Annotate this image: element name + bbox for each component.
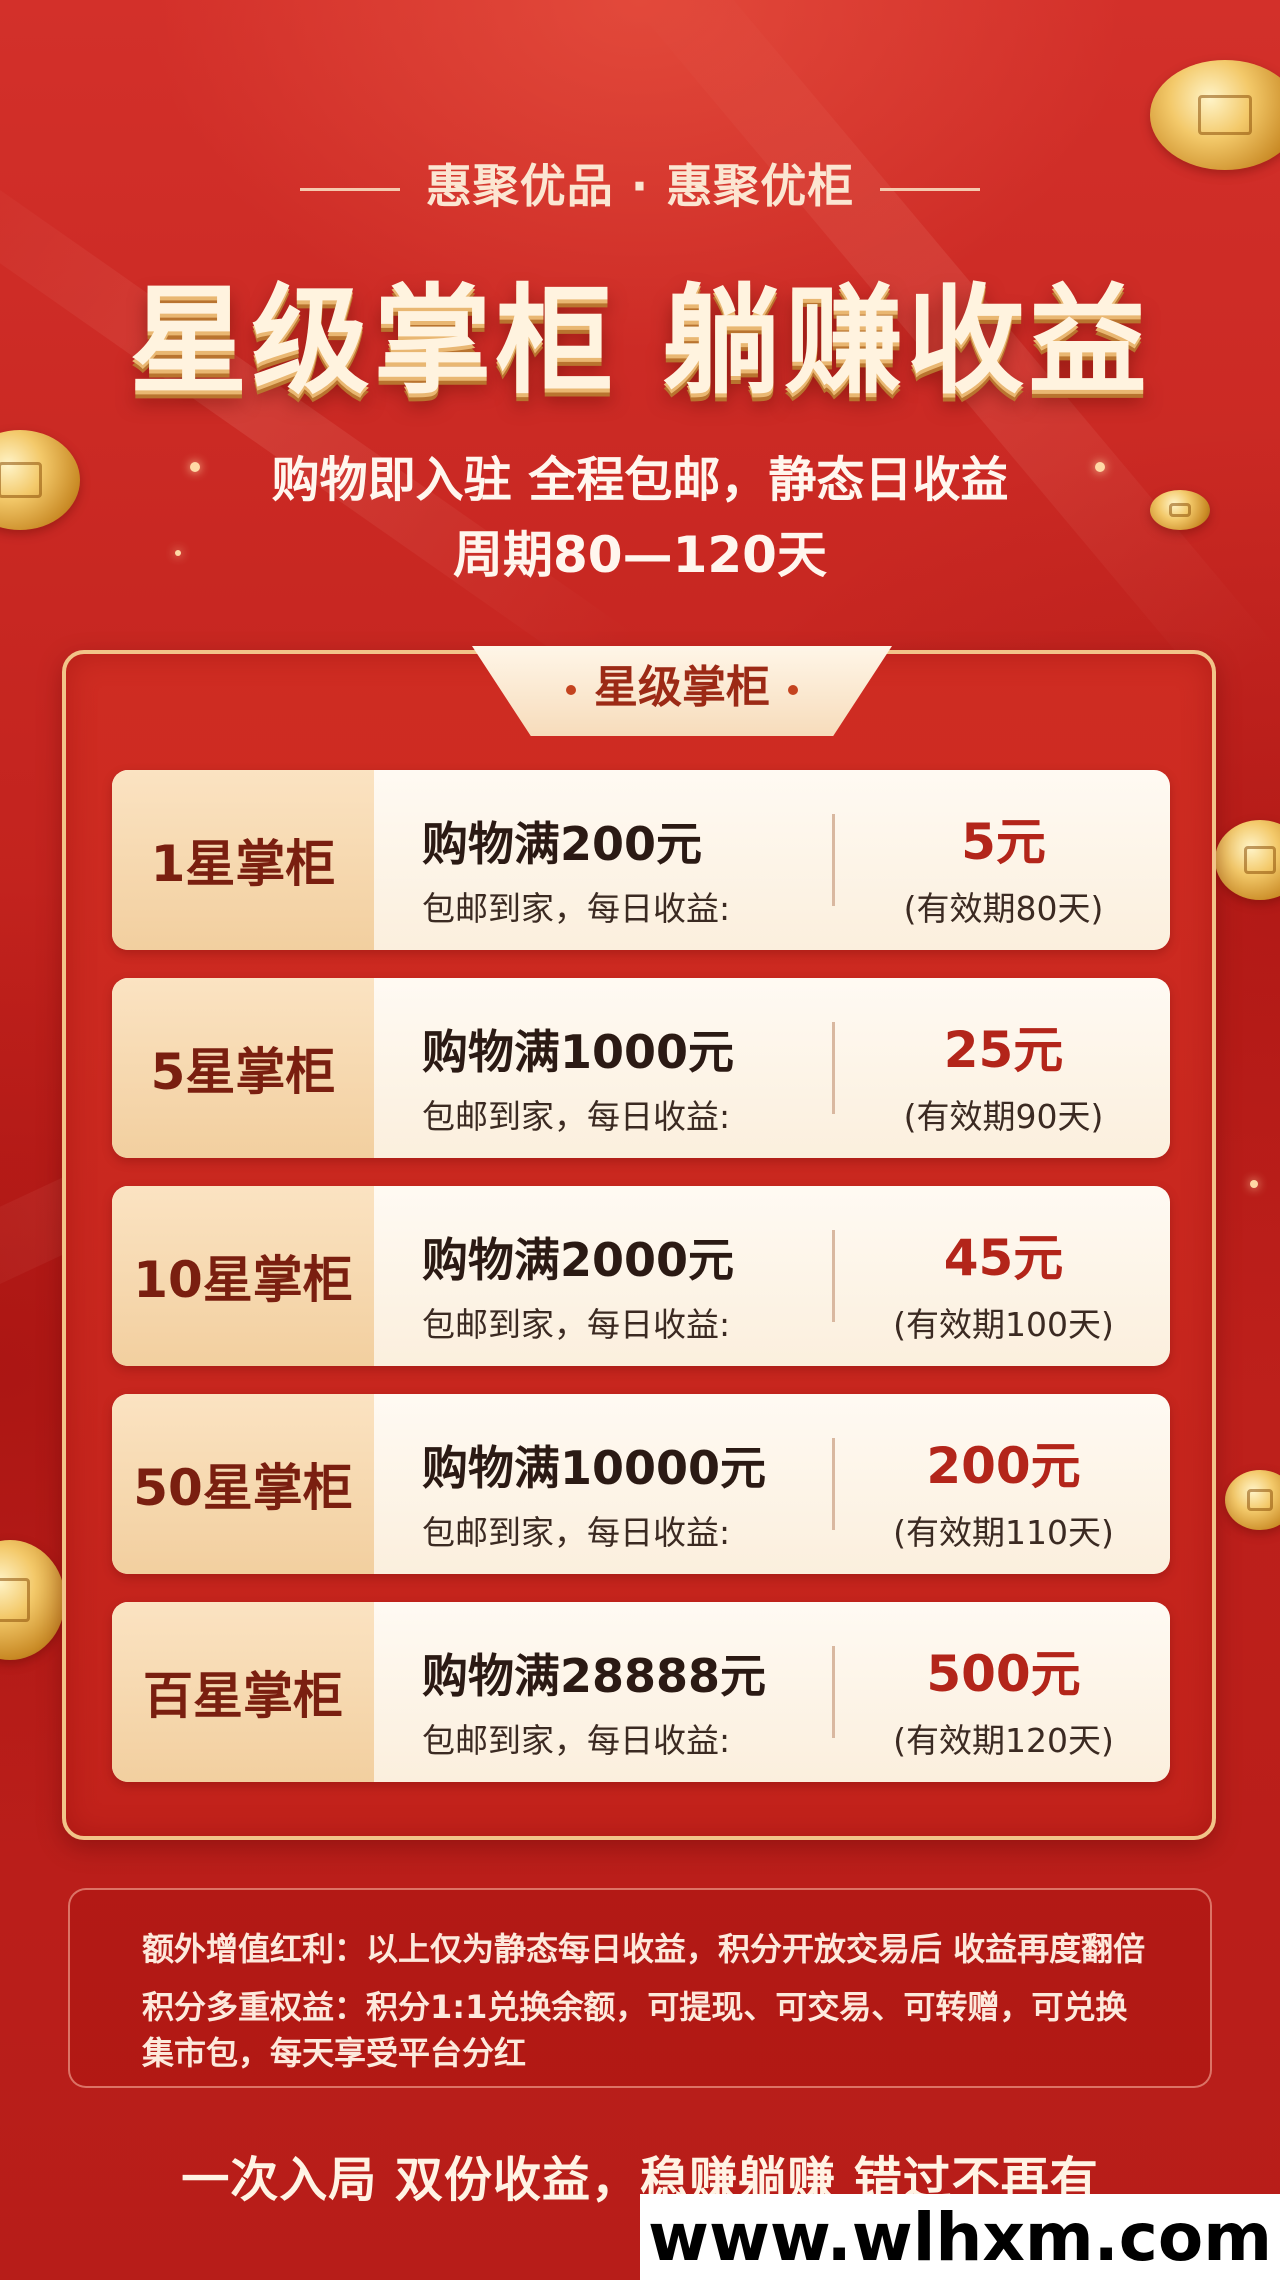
tier-reward-block: 500元 (有效期120天) <box>837 1634 1170 1762</box>
subtitle-primary: 购物即入驻 全程包邮，静态日收益 <box>271 452 1009 508</box>
tier-level: 50星掌柜 <box>112 1394 374 1574</box>
headline: 星级掌柜 躺赚收益 <box>129 272 1151 410</box>
panel-tab: 星级掌柜 <box>472 646 892 736</box>
tier-reward: 25元 <box>943 1021 1064 1079</box>
poster: 惠聚优品 · 惠聚优柜 星级掌柜 躺赚收益 购物即入驻 全程包邮，静态日收益 周… <box>0 0 1280 2280</box>
bonus-notes: 额外增值红利：以上仅为静态每日收益，积分开放交易后 收益再度翻倍 积分多重权益：… <box>68 1888 1212 2088</box>
tier-condition: 购物满200元 <box>422 817 703 871</box>
row-divider <box>832 1230 835 1322</box>
tier-condition-block: 购物满1000元 包邮到家，每日收益: <box>422 1016 734 1138</box>
tier-level: 5星掌柜 <box>112 978 374 1158</box>
tier-validity: (有效期120天) <box>893 1721 1114 1760</box>
note-extra-bonus: 额外增值红利：以上仅为静态每日收益，积分开放交易后 收益再度翻倍 <box>142 1930 1146 1968</box>
tier-description: 包邮到家，每日收益: <box>422 1305 731 1344</box>
tier-validity: (有效期100天) <box>893 1305 1114 1344</box>
tier-condition-block: 购物满10000元 包邮到家，每日收益: <box>422 1432 766 1554</box>
tier-reward-block: 5元 (有效期80天) <box>837 802 1170 930</box>
tier-condition-block: 购物满28888元 包邮到家，每日收益: <box>422 1640 766 1762</box>
panel-tab-title: 星级掌柜 <box>594 662 770 713</box>
sparkle-icon <box>1250 1180 1258 1188</box>
note-points-rights: 积分多重权益：积分1:1兑换余额，可提现、可交易、可转赠，可兑换集市包，每天享受… <box>142 1988 1128 2072</box>
tier-panel: 星级掌柜 1星掌柜 购物满200元 包邮到家，每日收益: 5元 (有效期80天)… <box>62 646 1216 1840</box>
tier-description: 包邮到家，每日收益: <box>422 1721 731 1760</box>
brand-text: 惠聚优品 · 惠聚优柜 <box>425 159 855 213</box>
dot-icon <box>788 685 798 695</box>
tier-description: 包邮到家，每日收益: <box>422 1513 731 1552</box>
subtitle-period: 周期80—120天 <box>453 526 827 584</box>
tier-condition: 购物满2000元 <box>422 1233 735 1287</box>
tier-row: 1星掌柜 购物满200元 包邮到家，每日收益: 5元 (有效期80天) <box>112 770 1170 950</box>
gold-coin-icon <box>1215 820 1280 900</box>
row-divider <box>832 814 835 906</box>
tier-row: 百星掌柜 购物满28888元 包邮到家，每日收益: 500元 (有效期120天) <box>112 1602 1170 1782</box>
tier-row: 5星掌柜 购物满1000元 包邮到家，每日收益: 25元 (有效期90天) <box>112 978 1170 1158</box>
gold-coin-icon <box>0 1540 65 1660</box>
tier-reward-block: 45元 (有效期100天) <box>837 1218 1170 1346</box>
tier-level: 10星掌柜 <box>112 1186 374 1366</box>
tier-reward: 45元 <box>943 1229 1064 1287</box>
tier-reward: 500元 <box>926 1645 1081 1703</box>
tier-description: 包邮到家，每日收益: <box>422 889 731 928</box>
website-watermark: www.wlhxm.com <box>640 2194 1280 2280</box>
divider-line <box>299 188 400 191</box>
brand-line: 惠聚优品 · 惠聚优柜 <box>0 150 1280 216</box>
tier-validity: (有效期110天) <box>893 1513 1114 1552</box>
tier-level: 百星掌柜 <box>112 1602 374 1782</box>
row-divider <box>832 1022 835 1114</box>
tier-row: 50星掌柜 购物满10000元 包邮到家，每日收益: 200元 (有效期110天… <box>112 1394 1170 1574</box>
tier-reward-block: 25元 (有效期90天) <box>837 1010 1170 1138</box>
row-divider <box>832 1646 835 1738</box>
tier-row: 10星掌柜 购物满2000元 包邮到家，每日收益: 45元 (有效期100天) <box>112 1186 1170 1366</box>
tier-level: 1星掌柜 <box>112 770 374 950</box>
gold-coin-icon <box>1225 1470 1280 1530</box>
tier-validity: (有效期90天) <box>903 1097 1104 1136</box>
tier-condition-block: 购物满200元 包邮到家，每日收益: <box>422 808 730 930</box>
tier-reward-block: 200元 (有效期110天) <box>837 1426 1170 1554</box>
tier-condition-block: 购物满2000元 包邮到家，每日收益: <box>422 1224 734 1346</box>
dot-icon <box>566 685 576 695</box>
tier-description: 包邮到家，每日收益: <box>422 1097 731 1136</box>
tier-validity: (有效期80天) <box>903 889 1104 928</box>
tier-condition: 购物满1000元 <box>422 1025 735 1079</box>
tier-condition: 购物满28888元 <box>422 1649 767 1703</box>
divider-line <box>880 188 981 191</box>
tier-condition: 购物满10000元 <box>422 1441 767 1495</box>
tier-reward: 200元 <box>926 1437 1081 1495</box>
row-divider <box>832 1438 835 1530</box>
tier-reward: 5元 <box>961 813 1046 871</box>
